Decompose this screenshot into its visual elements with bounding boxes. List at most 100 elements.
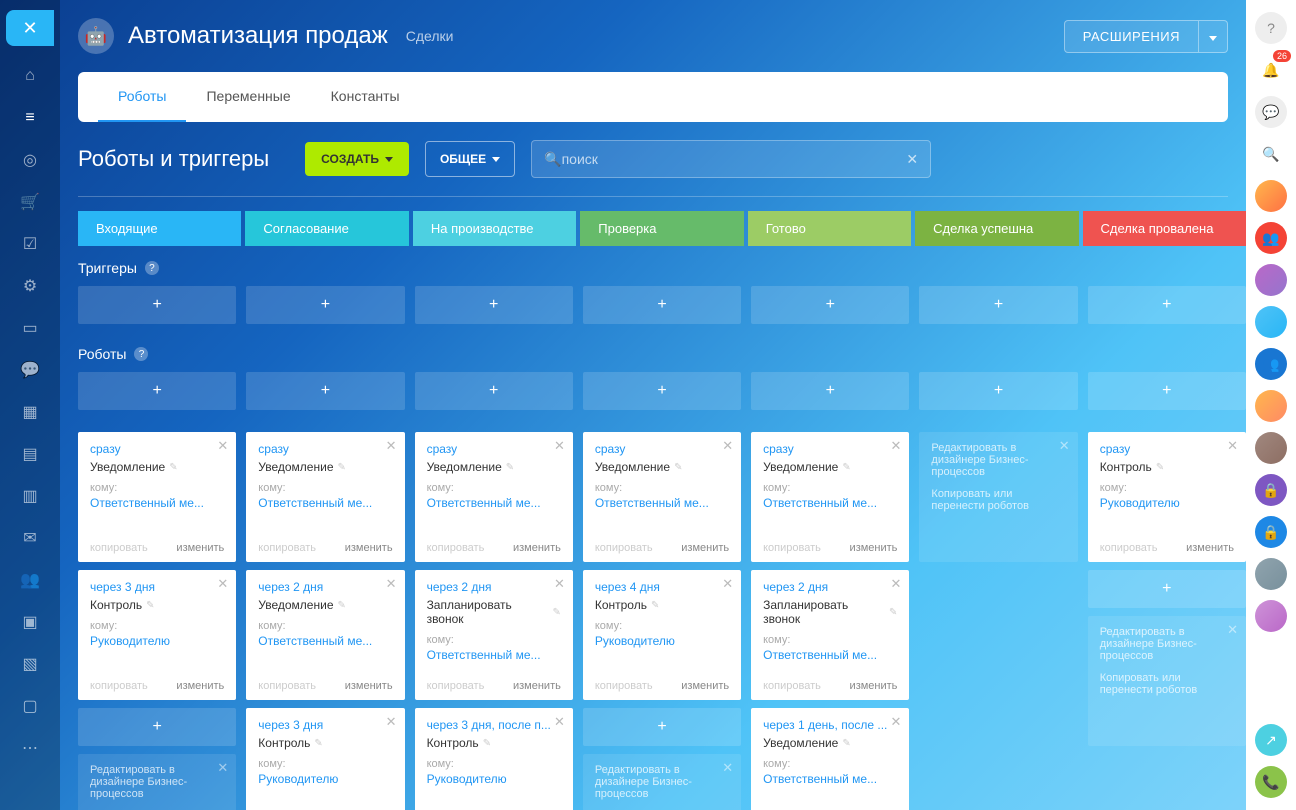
copy-link[interactable]: копировать	[763, 680, 821, 692]
copy-link[interactable]: копировать	[595, 542, 653, 554]
robot-card[interactable]: ✕ через 4 дня Контроль ✎ кому: Руководит…	[583, 570, 741, 700]
id-icon[interactable]: ▣	[18, 610, 42, 634]
robot-card[interactable]: ✕ сразу Уведомление ✎ кому: Ответственны…	[583, 432, 741, 562]
close-card-icon[interactable]: ✕	[891, 576, 902, 592]
close-icon[interactable]: ✕	[1059, 438, 1070, 454]
group-icon[interactable]: 👥	[18, 568, 42, 592]
group-blue-icon[interactable]: 👥	[1255, 348, 1287, 380]
close-card-icon[interactable]: ✕	[217, 576, 228, 592]
add-robot-button[interactable]: +	[246, 372, 404, 410]
edit-icon[interactable]: ✎	[483, 738, 491, 749]
stage-3[interactable]: Проверка	[580, 211, 743, 246]
close-icon[interactable]: ✕	[1227, 622, 1238, 638]
help-icon[interactable]: ?	[1255, 12, 1287, 44]
robot-card[interactable]: ✕ сразу Уведомление ✎ кому: Ответственны…	[751, 432, 909, 562]
tab-constants[interactable]: Константы	[311, 72, 420, 122]
avatar-4[interactable]	[1255, 390, 1287, 422]
calendar-icon[interactable]: ▦	[18, 400, 42, 424]
edit-icon[interactable]: ✎	[674, 462, 682, 473]
close-icon[interactable]: ✕	[217, 760, 228, 776]
check-icon[interactable]: ☑	[18, 232, 42, 256]
edit-link[interactable]: изменить	[176, 680, 224, 692]
add-robot-button[interactable]: +	[415, 372, 573, 410]
edit-link[interactable]: изменить	[176, 542, 224, 554]
copy-link[interactable]: копировать	[258, 542, 316, 554]
edit-icon[interactable]: ✎	[651, 600, 659, 611]
add-robot-button[interactable]: +	[1088, 570, 1246, 608]
avatar-7[interactable]	[1255, 600, 1287, 632]
close-card-icon[interactable]: ✕	[1227, 438, 1238, 454]
extensions-button[interactable]: РАСШИРЕНИЯ	[1064, 20, 1199, 53]
stage-6[interactable]: Сделка провалена	[1083, 211, 1246, 246]
add-trigger-button[interactable]: +	[1088, 286, 1246, 324]
ghost-card[interactable]: ✕ Редактировать в дизайнере Бизнес-проце…	[583, 754, 741, 810]
edit-link[interactable]: изменить	[345, 680, 393, 692]
edit-link[interactable]: изменить	[850, 680, 898, 692]
chat-icon[interactable]: 💬	[18, 358, 42, 382]
edit-link[interactable]: изменить	[681, 680, 729, 692]
avatar-1[interactable]	[1255, 180, 1287, 212]
card-icon[interactable]: ▭	[18, 316, 42, 340]
edit-icon[interactable]: ✎	[889, 607, 897, 618]
avatar-5[interactable]	[1255, 432, 1287, 464]
edit-link[interactable]: изменить	[1186, 542, 1234, 554]
robot-card[interactable]: ✕ через 1 день, после ... Уведомление ✎ …	[751, 708, 909, 810]
add-trigger-button[interactable]: +	[583, 286, 741, 324]
tab-robots[interactable]: Роботы	[98, 72, 186, 122]
avatar-6[interactable]	[1255, 558, 1287, 590]
edit-link[interactable]: изменить	[513, 542, 561, 554]
close-card-icon[interactable]: ✕	[386, 576, 397, 592]
copy-link[interactable]: копировать	[427, 542, 485, 554]
robot-card[interactable]: ✕ через 3 дня Контроль ✎ кому: Руководит…	[78, 570, 236, 700]
edit-icon[interactable]: ✎	[338, 600, 346, 611]
edit-icon[interactable]: ✎	[552, 607, 560, 618]
robot-card[interactable]: ✕ сразу Уведомление ✎ кому: Ответственны…	[246, 432, 404, 562]
ghost-card[interactable]: ✕ Редактировать в дизайнере Бизнес-проце…	[1088, 616, 1246, 746]
mail-icon[interactable]: ✉	[18, 526, 42, 550]
add-robot-button[interactable]: +	[1088, 372, 1246, 410]
close-card-icon[interactable]: ✕	[891, 438, 902, 454]
edit-icon[interactable]: ✎	[169, 462, 177, 473]
copy-link[interactable]: копировать	[90, 680, 148, 692]
search-input[interactable]	[562, 151, 907, 167]
app-icon[interactable]: ▢	[18, 694, 42, 718]
tab-variables[interactable]: Переменные	[186, 72, 310, 122]
robot-card[interactable]: ✕ через 2 дня Запланировать звонок ✎ ком…	[751, 570, 909, 700]
edit-link[interactable]: изменить	[681, 542, 729, 554]
ghost-card[interactable]: ✕ Редактировать в дизайнере Бизнес-проце…	[78, 754, 236, 810]
chat-icon[interactable]: 💬	[1255, 96, 1287, 128]
close-card-icon[interactable]: ✕	[722, 576, 733, 592]
add-robot-button[interactable]: +	[78, 372, 236, 410]
close-icon[interactable]: ✕	[722, 760, 733, 776]
clear-search-icon[interactable]: ✕	[906, 151, 918, 168]
edit-icon[interactable]: ✎	[146, 600, 154, 611]
edit-icon[interactable]: ✎	[506, 462, 514, 473]
edit-icon[interactable]: ✎	[314, 738, 322, 749]
close-card-icon[interactable]: ✕	[386, 438, 397, 454]
ghost-card[interactable]: ✕ Редактировать в дизайнере Бизнес-проце…	[919, 432, 1077, 562]
stage-2[interactable]: На производстве	[413, 211, 576, 246]
copy-link[interactable]: копировать	[763, 542, 821, 554]
robot-card[interactable]: ✕ сразу Контроль ✎ кому: Руководителю ко…	[1088, 432, 1246, 562]
lock-purple-icon[interactable]: 🔒	[1255, 474, 1287, 506]
lock-blue-icon[interactable]: 🔒	[1255, 516, 1287, 548]
robot-card[interactable]: ✕ через 2 дня Уведомление ✎ кому: Ответс…	[246, 570, 404, 700]
close-card-icon[interactable]: ✕	[554, 438, 565, 454]
add-robot-button[interactable]: +	[583, 372, 741, 410]
home-icon[interactable]: ⌂	[18, 64, 42, 88]
add-robot-button[interactable]: +	[78, 708, 236, 746]
close-card-icon[interactable]: ✕	[722, 438, 733, 454]
close-card-icon[interactable]: ✕	[386, 714, 397, 730]
close-card-icon[interactable]: ✕	[554, 576, 565, 592]
avatar-2[interactable]	[1255, 264, 1287, 296]
close-card-icon[interactable]: ✕	[891, 714, 902, 730]
add-robot-button[interactable]: +	[583, 708, 741, 746]
stage-4[interactable]: Готово	[748, 211, 911, 246]
more-icon[interactable]: ⋯	[18, 736, 42, 760]
users-icon[interactable]: ⚙	[18, 274, 42, 298]
edit-icon[interactable]: ✎	[842, 738, 850, 749]
edit-link[interactable]: изменить	[345, 542, 393, 554]
robot-card[interactable]: ✕ сразу Уведомление ✎ кому: Ответственны…	[78, 432, 236, 562]
common-button[interactable]: ОБЩЕЕ	[425, 141, 515, 177]
close-card-icon[interactable]: ✕	[217, 438, 228, 454]
